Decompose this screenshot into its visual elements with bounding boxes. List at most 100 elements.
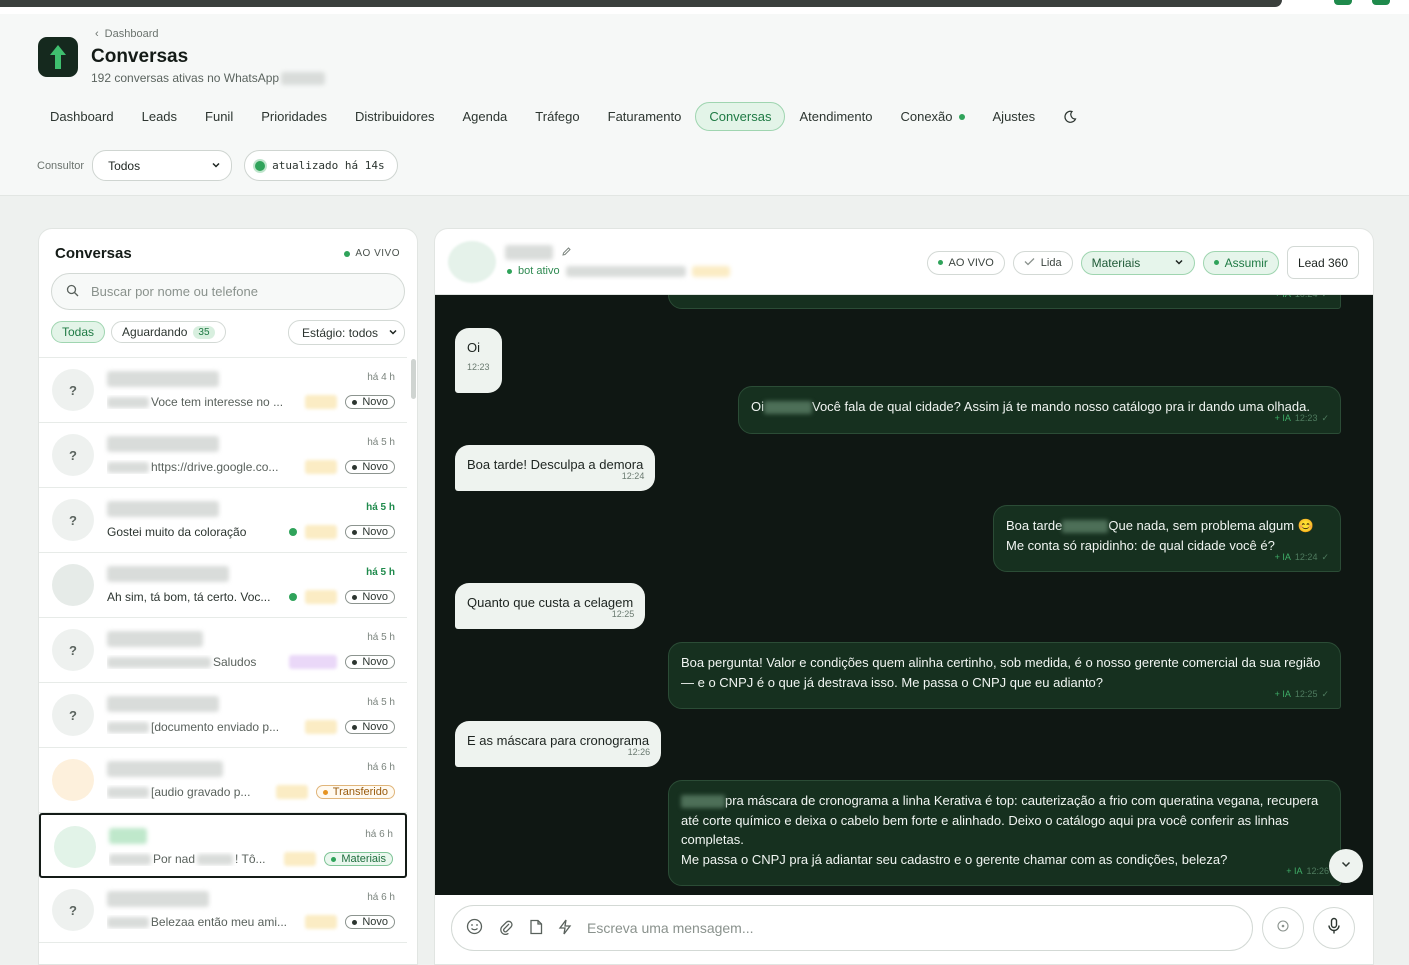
avatar: ? <box>52 889 94 931</box>
chat-header: bot ativo AO VIVO Lida Materiais Assumir… <box>435 229 1373 295</box>
contact-name <box>107 371 219 387</box>
contact-name <box>107 566 229 582</box>
conversation-list: ? há 4 h Voce tem interesse no ... Novo … <box>39 357 407 943</box>
microphone-icon <box>1327 917 1341 940</box>
breadcrumb[interactable]: ‹ Dashboard <box>95 28 159 40</box>
emoji-icon[interactable] <box>466 918 483 938</box>
tab-conexao[interactable]: Conexão <box>886 102 978 131</box>
read-button[interactable]: Lida <box>1012 250 1073 275</box>
avatar: ? <box>52 499 94 541</box>
check-icon <box>1024 257 1035 269</box>
message-composer: Escreva uma mensagem... <box>435 895 1373 964</box>
lead-360-button[interactable]: Lead 360 <box>1286 246 1359 279</box>
tab-conversas[interactable]: Conversas <box>695 102 786 131</box>
contact-name <box>107 761 223 777</box>
materials-select[interactable]: Materiais <box>1080 250 1195 275</box>
page-subtitle: 192 conversas ativas no WhatsApp <box>91 71 326 85</box>
tab-ajustes[interactable]: Ajustes <box>979 102 1050 131</box>
status-badge: Materiais <box>324 852 393 866</box>
document-icon[interactable] <box>529 919 543 938</box>
status-badge: Novo <box>345 525 395 539</box>
tab-distribuidores[interactable]: Distribuidores <box>341 102 448 131</box>
message-bubble: E as máscara para cronograma 12:26 <box>455 721 662 767</box>
list-scrollbar[interactable] <box>411 359 416 399</box>
chevron-down-icon <box>1340 857 1352 875</box>
lightning-icon[interactable] <box>558 919 572 938</box>
search-icon <box>66 284 79 300</box>
list-item[interactable]: há 6 h [audio gravado p... Transferido <box>39 748 407 813</box>
paperclip-icon[interactable] <box>498 919 514 938</box>
list-item[interactable]: ? há 4 h Voce tem interesse no ... Novo <box>39 358 407 423</box>
message-bubble: Boa tarde! Desculpa a demora 12:24 <box>455 445 656 491</box>
contact-name <box>107 696 219 712</box>
status-badge: Novo <box>345 655 395 669</box>
tab-trafego[interactable]: Tráfego <box>521 102 593 131</box>
conversations-panel: Conversas AO VIVO Buscar por nome ou tel… <box>38 228 418 965</box>
list-item[interactable]: há 5 h Ah sim, tá bom, tá certo. Voc... … <box>39 553 407 618</box>
page-header: ‹ Dashboard Conversas 192 conversas ativ… <box>0 14 1409 196</box>
panel-title: Conversas <box>55 245 132 262</box>
avatar: ? <box>52 434 94 476</box>
theme-toggle[interactable] <box>1049 103 1091 131</box>
list-item[interactable]: ? há 5 h Gostei muito da coloração Novo <box>39 488 407 553</box>
tab-agenda[interactable]: Agenda <box>448 102 521 131</box>
consultor-select[interactable]: Todos <box>92 150 233 181</box>
connection-status-dot <box>958 113 965 120</box>
unread-dot <box>289 593 298 601</box>
microphone-button[interactable] <box>1313 907 1355 949</box>
live-badge: AO VIVO <box>344 248 400 259</box>
list-item[interactable]: ? há 5 h Saludos Novo <box>39 618 407 683</box>
chip-todas[interactable]: Todas <box>51 321 106 343</box>
avatar: ? <box>52 369 94 411</box>
refresh-status[interactable]: atualizado há 14s <box>244 150 398 181</box>
tab-funil[interactable]: Funil <box>191 102 247 131</box>
edit-icon[interactable] <box>561 246 572 260</box>
tab-prioridades[interactable]: Prioridades <box>247 102 341 131</box>
list-item-selected[interactable]: há 6 h Por nad! Tô... Materiais <box>39 813 407 878</box>
moon-icon <box>1063 110 1077 124</box>
tab-leads[interactable]: Leads <box>128 102 191 131</box>
record-icon <box>1276 919 1290 938</box>
search-input[interactable]: Buscar por nome ou telefone <box>51 273 405 310</box>
contact-name <box>107 631 203 647</box>
message-thread[interactable]: + IA10:24✓ Oi 12:23 OiVocê fala de qual … <box>435 295 1373 895</box>
unread-dot <box>289 528 298 536</box>
scroll-to-bottom-button[interactable] <box>1329 849 1363 883</box>
app-logo[interactable] <box>38 37 78 77</box>
status-badge: Novo <box>345 590 395 604</box>
tab-atendimento[interactable]: Atendimento <box>785 102 886 131</box>
list-item[interactable]: ? há 6 h Belezaa então meu ami... Novo <box>39 878 407 943</box>
breadcrumb-dashboard[interactable]: Dashboard <box>105 28 159 40</box>
chevron-down-icon <box>1174 256 1184 270</box>
list-item[interactable]: ? há 5 h [documento enviado p... Novo <box>39 683 407 748</box>
contact-name <box>107 501 219 517</box>
record-button[interactable] <box>1262 907 1304 949</box>
contact-name <box>107 891 209 907</box>
tab-faturamento[interactable]: Faturamento <box>594 102 696 131</box>
chat-actions: AO VIVO Lida Materiais Assumir Lead 360 <box>926 246 1359 279</box>
main-nav: Dashboard Leads Funil Prioridades Distri… <box>36 102 1091 131</box>
assume-button[interactable]: Assumir <box>1202 250 1279 275</box>
message-input[interactable]: Escreva uma mensagem... <box>451 905 1253 951</box>
page-title: Conversas <box>91 46 189 67</box>
status-badge: Novo <box>345 395 395 409</box>
status-badge: Novo <box>345 460 395 474</box>
chat-panel: bot ativo AO VIVO Lida Materiais Assumir… <box>434 228 1374 965</box>
message-bubble: Oi 12:23 <box>455 328 502 393</box>
live-badge: AO VIVO <box>926 250 1005 275</box>
tab-dashboard[interactable]: Dashboard <box>36 102 128 131</box>
avatar <box>448 241 496 283</box>
status-badge: Transferido <box>315 785 395 799</box>
list-item[interactable]: ? há 5 h https://drive.google.co... Novo <box>39 423 407 488</box>
chevron-down-icon <box>388 326 398 340</box>
browser-top-strip <box>0 0 1409 14</box>
contact-name[interactable] <box>505 245 572 260</box>
consultor-label: Consultor <box>37 159 85 172</box>
avatar <box>52 759 94 801</box>
live-indicator-icon <box>255 160 266 171</box>
message-bubble: Boa tarde Que nada, sem problema algum 😊 … <box>993 505 1341 572</box>
contact-name <box>107 436 219 452</box>
stage-select[interactable]: Estágio: todos <box>288 320 405 345</box>
avatar: ? <box>52 694 94 736</box>
chip-aguardando[interactable]: Aguardando 35 <box>111 321 226 343</box>
